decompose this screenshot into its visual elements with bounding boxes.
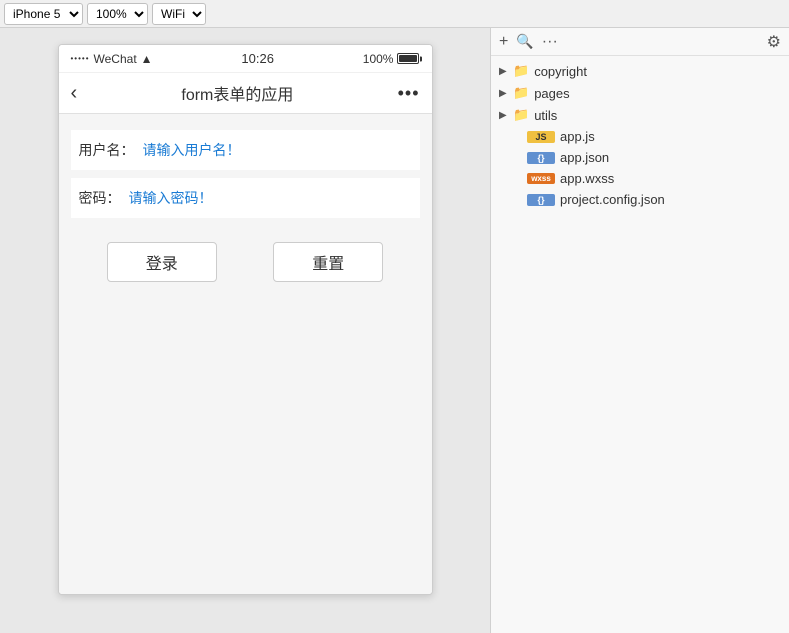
status-right: 100%: [363, 52, 420, 66]
right-toolbar: + 🔍 ··· ⚙: [491, 28, 789, 56]
battery-percent-label: 100%: [363, 52, 394, 66]
utils-label: utils: [534, 108, 557, 123]
json-badge-app: {}: [527, 152, 555, 164]
main-area: ••••• WeChat ▲ 10:26 100% ‹ form表单的应用 ••…: [0, 28, 789, 633]
project-config-label: project.config.json: [560, 192, 665, 207]
phone-status-bar: ••••• WeChat ▲ 10:26 100%: [59, 45, 432, 73]
carrier-label: WeChat: [94, 52, 137, 66]
zoom-select[interactable]: 100% 75% 50%: [87, 3, 148, 25]
device-select[interactable]: iPhone 5 iPhone 6 iPhone X: [4, 3, 83, 25]
tree-item-app-js[interactable]: JS app.js: [491, 126, 789, 147]
password-row: 密码： 请输入密码！: [71, 178, 420, 218]
tree-item-app-json[interactable]: {} app.json: [491, 147, 789, 168]
tree-item-project-config[interactable]: {} project.config.json: [491, 189, 789, 210]
arrow-utils: ▶: [499, 110, 513, 121]
password-label: 密码：: [71, 178, 129, 218]
nav-title: form表单的应用: [181, 81, 293, 105]
copyright-label: copyright: [534, 64, 587, 79]
arrow-pages: ▶: [499, 88, 513, 99]
folder-pages-icon: 📁: [513, 85, 529, 101]
nav-more-button[interactable]: •••: [398, 83, 420, 104]
pages-label: pages: [534, 86, 569, 101]
username-label: 用户名：: [71, 130, 143, 170]
right-panel: + 🔍 ··· ⚙ ▶ 📁 copyright ▶ 📁 pages ▶ 📁: [490, 28, 789, 633]
top-toolbar: iPhone 5 iPhone 6 iPhone X 100% 75% 50% …: [0, 0, 789, 28]
wechat-nav: ‹ form表单的应用 •••: [59, 73, 432, 114]
username-row: 用户名： 请输入用户名！: [71, 130, 420, 170]
login-button[interactable]: 登录: [107, 242, 217, 282]
phone-content: 用户名： 请输入用户名！ 密码： 请输入密码！ 登录 重置: [59, 114, 432, 594]
arrow-copyright: ▶: [499, 66, 513, 77]
tree-item-app-wxss[interactable]: wxss app.wxss: [491, 168, 789, 189]
json-badge-project: {}: [527, 194, 555, 206]
reset-button[interactable]: 重置: [273, 242, 383, 282]
status-left: ••••• WeChat ▲: [71, 52, 153, 66]
battery-icon: [397, 53, 419, 64]
battery-fill: [399, 55, 417, 62]
network-select[interactable]: WiFi 3G 4G: [152, 3, 206, 25]
left-panel: ••••• WeChat ▲ 10:26 100% ‹ form表单的应用 ••…: [0, 28, 490, 633]
form-buttons: 登录 重置: [71, 242, 420, 282]
tree-item-copyright[interactable]: ▶ 📁 copyright: [491, 60, 789, 82]
app-wxss-label: app.wxss: [560, 171, 614, 186]
file-tree: ▶ 📁 copyright ▶ 📁 pages ▶ 📁 utils JS app…: [491, 56, 789, 214]
app-json-label: app.json: [560, 150, 609, 165]
more-options-icon[interactable]: ···: [542, 33, 558, 51]
phone-frame: ••••• WeChat ▲ 10:26 100% ‹ form表单的应用 ••…: [58, 44, 433, 595]
tree-item-pages[interactable]: ▶ 📁 pages: [491, 82, 789, 104]
folder-utils-icon: 📁: [513, 107, 529, 123]
settings-icon[interactable]: ⚙: [767, 32, 781, 52]
time-display: 10:26: [241, 51, 274, 66]
folder-copyright-icon: 📁: [513, 63, 529, 79]
search-icon[interactable]: 🔍: [516, 33, 533, 50]
app-js-label: app.js: [560, 129, 595, 144]
password-placeholder[interactable]: 请输入密码！: [129, 178, 213, 218]
js-badge: JS: [527, 131, 555, 143]
username-placeholder[interactable]: 请输入用户名！: [143, 130, 241, 170]
tree-item-utils[interactable]: ▶ 📁 utils: [491, 104, 789, 126]
back-button[interactable]: ‹: [71, 82, 78, 105]
add-icon[interactable]: +: [499, 33, 508, 51]
wifi-icon: ▲: [141, 52, 153, 66]
signal-dots: •••••: [71, 54, 90, 63]
wxss-badge: wxss: [527, 173, 555, 184]
